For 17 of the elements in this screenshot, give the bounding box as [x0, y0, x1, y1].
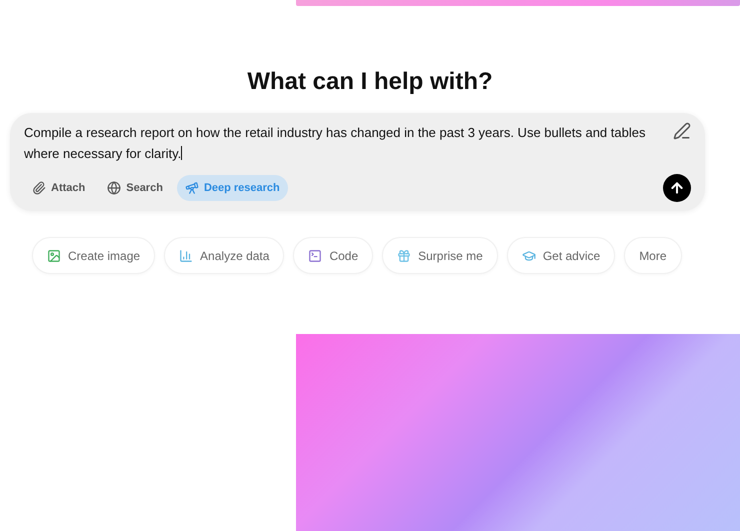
- suggestion-chip[interactable]: Get advice: [506, 237, 616, 274]
- page-heading: What can I help with?: [246, 68, 494, 96]
- suggestion-chip[interactable]: Surprise me: [382, 237, 498, 274]
- paperclip-icon: [32, 181, 46, 195]
- send-button[interactable]: [663, 174, 691, 202]
- suggestion-chip[interactable]: More: [624, 237, 682, 274]
- arrow-up-icon: [669, 180, 685, 196]
- suggestion-chip[interactable]: Code: [293, 237, 374, 274]
- tool-toggle[interactable]: Search: [99, 175, 171, 201]
- suggestion-chip[interactable]: Create image: [32, 237, 156, 274]
- telescope-icon: [184, 181, 199, 195]
- prompt-input[interactable]: Compile a research report on how the retail industry has changed in the past 3 years. Use bullets and tables where necessary for clarity.: [24, 122, 663, 164]
- globe-icon: [107, 181, 122, 195]
- tool-toggle[interactable]: Attach: [24, 175, 94, 201]
- suggestion-chip[interactable]: Analyze data: [164, 237, 284, 274]
- text-cursor: [181, 146, 182, 160]
- edit-pencil-icon[interactable]: [673, 122, 691, 140]
